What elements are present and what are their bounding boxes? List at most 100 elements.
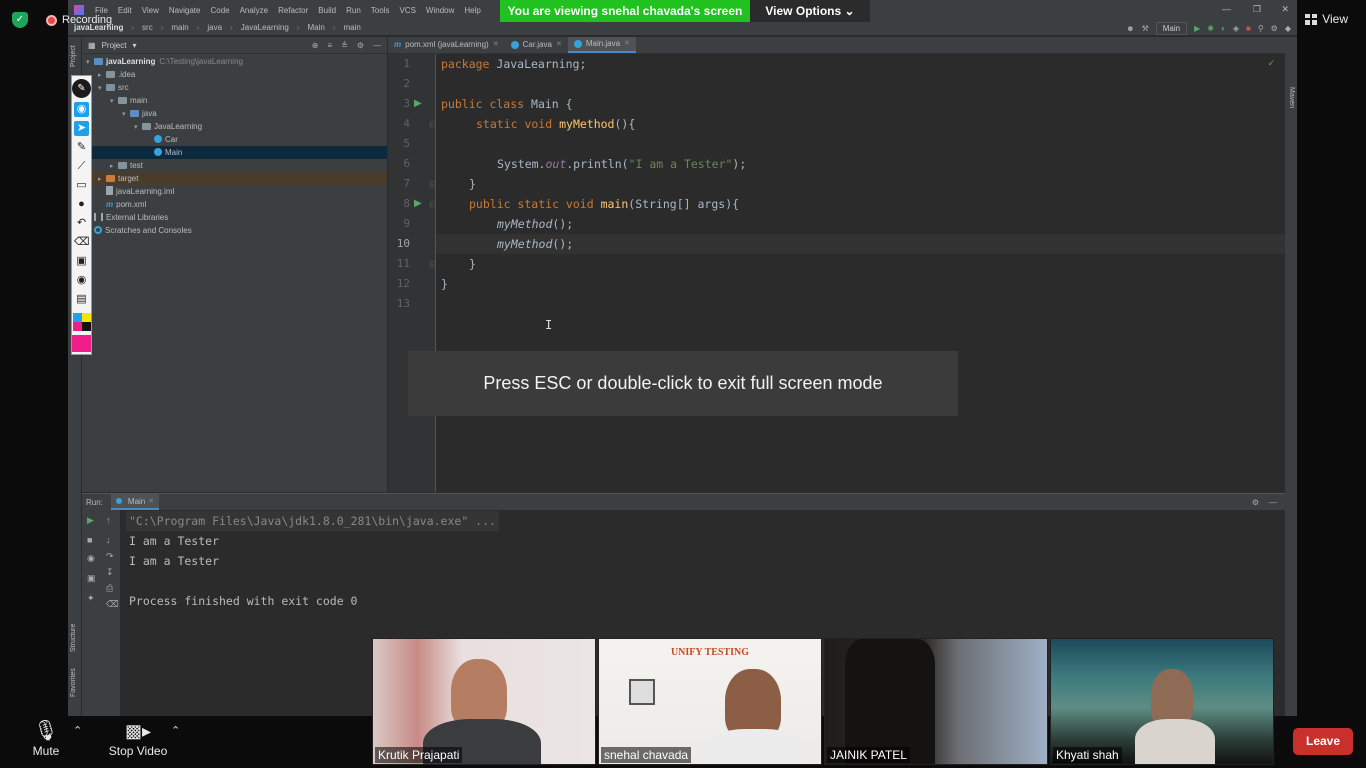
breadcrumb-java[interactable]: java [207, 23, 222, 32]
minimize-icon[interactable]: — [1222, 4, 1231, 14]
menu-view[interactable]: View [142, 6, 159, 15]
close-tab-icon[interactable]: ✕ [556, 37, 562, 53]
selected-color-swatch[interactable] [72, 335, 91, 352]
view-button[interactable]: View [1305, 12, 1348, 26]
close-tab-icon[interactable]: ✕ [493, 37, 499, 53]
profile-icon[interactable]: ◈ [1233, 24, 1239, 33]
shield-icon[interactable]: ✓ [12, 12, 28, 28]
spotlight-icon[interactable]: ● [74, 197, 89, 212]
view-options-button[interactable]: View Options ⌄ [750, 0, 870, 22]
run-icon[interactable]: ▶ [1194, 24, 1200, 33]
tree-item-src[interactable]: ▾ src [82, 81, 387, 94]
scroll-down-icon[interactable]: ↓ [106, 535, 111, 545]
settings-icon[interactable]: ⚙ [357, 41, 364, 50]
close-icon[interactable]: ✕ [1281, 4, 1289, 15]
color-swatches[interactable] [72, 313, 91, 331]
tree-root[interactable]: ▾ javaLearning C:\Testing\javaLearning [82, 55, 387, 68]
chevron-up-icon[interactable]: ⌃ [171, 724, 180, 737]
eye-icon[interactable]: ◉ [74, 102, 89, 117]
menu-edit[interactable]: Edit [118, 6, 132, 15]
camera-icon[interactable]: ◉ [87, 553, 95, 564]
menu-analyze[interactable]: Analyze [240, 6, 268, 15]
tree-item-main-class[interactable]: Main [82, 146, 387, 159]
menu-code[interactable]: Code [210, 6, 229, 15]
plugin-icon[interactable]: ◆ [1285, 24, 1291, 33]
stop-icon[interactable]: ■ [1246, 24, 1251, 33]
tree-item-iml[interactable]: javaLearning.iml [82, 185, 387, 198]
search-icon[interactable]: ⚲ [1258, 24, 1264, 33]
tab-pom-xml[interactable]: m pom.xml (javaLearning) ✕ [388, 37, 505, 53]
menu-refactor[interactable]: Refactor [278, 6, 308, 15]
coverage-icon[interactable]: ◐ [1221, 24, 1226, 33]
menu-run[interactable]: Run [346, 6, 361, 15]
breadcrumb-package[interactable]: JavaLearning [241, 23, 289, 32]
breadcrumb-main[interactable]: main [171, 23, 188, 32]
run-config-select[interactable]: Main [1155, 21, 1188, 35]
eraser-icon[interactable]: ▭ [74, 178, 89, 193]
video-tile[interactable]: Krutik Prajapati [372, 638, 596, 765]
hide-icon[interactable]: — [373, 41, 381, 50]
text-tool-icon[interactable]: ✎ [74, 140, 89, 155]
user-icon[interactable]: ☻ [1126, 24, 1134, 33]
run-gutter-icon[interactable]: ▶ [414, 194, 422, 214]
tree-item-java[interactable]: ▾ java [82, 107, 387, 120]
debug-icon[interactable]: ✺ [1207, 24, 1214, 33]
mute-button[interactable]: 🎙 Mute [30, 720, 62, 758]
undo-icon[interactable]: ↶ [74, 216, 89, 231]
leave-button[interactable]: Leave [1293, 728, 1353, 755]
scroll-up-icon[interactable]: ↑ [106, 515, 111, 525]
locate-icon[interactable]: ⊕ [312, 41, 319, 50]
line-tool-icon[interactable]: ⟋ [74, 159, 89, 174]
menu-window[interactable]: Window [426, 6, 454, 15]
code-editor[interactable]: ✓ package JavaLearning; public class Mai… [436, 54, 1285, 492]
run-tab-main[interactable]: Main ✕ [110, 494, 160, 510]
tree-item-car[interactable]: Car [82, 133, 387, 146]
rerun-icon[interactable]: ▶ [87, 515, 94, 526]
close-tab-icon[interactable]: ✕ [624, 36, 630, 52]
structure-strip-label[interactable]: Structure [70, 624, 77, 652]
tree-item-scratches[interactable]: Scratches and Consoles [82, 224, 387, 237]
chevron-down-icon[interactable]: ▾ [132, 41, 136, 50]
tree-item-target[interactable]: ▸ target [82, 172, 387, 185]
pin-icon[interactable]: ✦ [87, 593, 95, 604]
maven-strip-label[interactable]: Maven [1288, 87, 1295, 108]
restore-icon[interactable]: ❐ [1253, 4, 1261, 15]
tab-main-java[interactable]: Main.java ✕ [567, 36, 636, 53]
collapse-all-icon[interactable]: ≜ [341, 41, 348, 50]
tab-car-java[interactable]: Car.java ✕ [505, 37, 568, 53]
tree-item-pom[interactable]: m pom.xml [82, 198, 387, 211]
expand-all-icon[interactable]: ≡ [327, 41, 332, 50]
tree-item-idea[interactable]: ▸ .idea [82, 68, 387, 81]
settings-icon[interactable]: ⚙ [1252, 498, 1259, 507]
tree-item-main[interactable]: ▾ main [82, 94, 387, 107]
save-icon[interactable]: ▤ [74, 292, 89, 307]
stop-icon[interactable]: ■ [87, 535, 92, 545]
video-tile[interactable]: UNIFY TESTING snehal chavada [598, 638, 822, 765]
soft-wrap-icon[interactable]: ↷ [106, 551, 114, 562]
tree-item-external-libraries[interactable]: External Libraries [82, 211, 387, 224]
run-gutter-icon[interactable]: ▶ [414, 94, 422, 114]
video-tile[interactable]: JAINIK PATEL [824, 638, 1048, 765]
favorites-strip-label[interactable]: Favorites [70, 668, 77, 697]
recording-indicator[interactable]: Recording [46, 12, 112, 28]
menu-vcs[interactable]: VCS [399, 6, 415, 15]
annotate-pen-icon[interactable]: ✎ [72, 79, 91, 98]
trash-icon[interactable]: ⌫ [106, 599, 119, 610]
chevron-up-icon[interactable]: ⌃ [73, 724, 82, 737]
scroll-to-end-icon[interactable]: ↧ [106, 567, 114, 578]
print-icon[interactable]: ⎙ [106, 583, 113, 594]
select-arrow-icon[interactable]: ➤ [74, 121, 89, 136]
menu-help[interactable]: Help [464, 6, 480, 15]
breadcrumb-src[interactable]: src [142, 23, 153, 32]
menu-navigate[interactable]: Navigate [169, 6, 201, 15]
hammer-icon[interactable]: ⚒ [1142, 24, 1149, 33]
video-tile[interactable]: Khyati shah [1050, 638, 1274, 765]
menu-tools[interactable]: Tools [371, 6, 390, 15]
breadcrumb-class[interactable]: Main [307, 23, 324, 32]
camera-icon[interactable]: ◉ [74, 273, 89, 288]
gear-icon[interactable]: ⚙ [1271, 24, 1278, 33]
breadcrumb-method[interactable]: main [343, 23, 360, 32]
project-strip-label[interactable]: Project [70, 45, 77, 67]
layout-icon[interactable]: ▣ [87, 573, 96, 584]
clear-icon[interactable]: ⌫ [74, 235, 90, 250]
